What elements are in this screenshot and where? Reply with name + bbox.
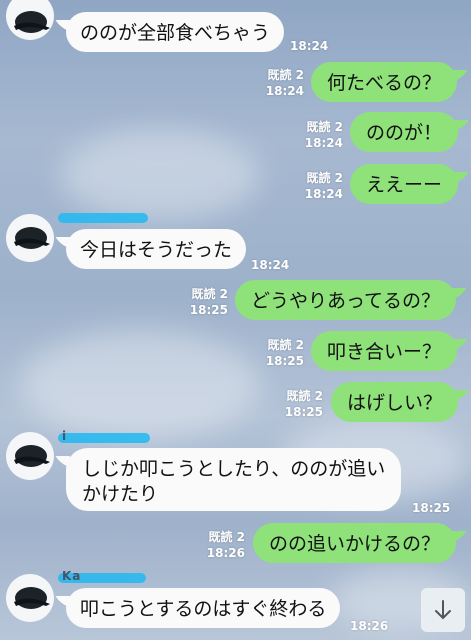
sender-name-fragment: i — [62, 429, 68, 443]
message-time: 18:25 — [412, 501, 451, 515]
message-bubble-incoming[interactable]: 今日はそうだった — [66, 229, 247, 269]
read-receipt: 既読 2 — [306, 171, 343, 185]
message-line: かけたり — [82, 483, 159, 505]
black-cap-icon — [14, 11, 50, 33]
message-time: 18:25 — [284, 405, 323, 419]
message-bubble-outgoing[interactable]: どうやりあってるの？ — [235, 280, 457, 320]
black-cap-icon — [14, 587, 50, 609]
avatar[interactable] — [6, 574, 54, 622]
read-receipt: 既読 2 — [306, 120, 343, 134]
sender-name-redacted: Ka — [58, 569, 146, 583]
avatar[interactable] — [6, 214, 54, 262]
read-receipt: 既読 2 — [191, 287, 228, 301]
message-bubble-incoming[interactable]: 叩こうとするのはすぐ終わる — [66, 588, 341, 628]
black-cap-icon — [14, 227, 50, 249]
message-time: 18:25 — [265, 354, 304, 368]
message-time: 18:24 — [265, 84, 304, 98]
message-time: 18:26 — [350, 619, 389, 633]
message-bubble-incoming[interactable]: しじか叩こうとしたり、ののが追い かけたり — [66, 448, 402, 511]
message-time: 18:24 — [304, 187, 343, 201]
message-time: 18:24 — [290, 39, 329, 53]
read-receipt: 既読 2 — [267, 68, 304, 82]
message-line: しじか叩こうとしたり、ののが追い — [82, 458, 386, 480]
read-receipt: 既読 2 — [208, 530, 245, 544]
arrow-down-icon — [435, 600, 451, 620]
message-bubble-outgoing[interactable]: 叩き合いー？ — [311, 331, 458, 371]
scroll-to-bottom-button[interactable] — [421, 588, 465, 632]
read-receipt: 既読 2 — [286, 389, 323, 403]
avatar[interactable] — [6, 0, 54, 40]
cloud — [60, 130, 260, 220]
message-bubble-outgoing[interactable]: ええーー — [350, 164, 459, 204]
message-time: 18:24 — [304, 136, 343, 150]
message-bubble-outgoing[interactable]: 何たべるの？ — [311, 62, 458, 102]
read-receipt: 既読 2 — [267, 338, 304, 352]
sender-name-redacted — [58, 213, 148, 223]
message-time: 18:25 — [189, 303, 228, 317]
sender-name-redacted: i — [58, 429, 150, 443]
cloud — [20, 330, 260, 440]
message-bubble-incoming[interactable]: ののが全部食べちゃう — [66, 12, 285, 52]
message-time: 18:26 — [206, 546, 245, 560]
message-bubble-outgoing[interactable]: ののが！ — [350, 112, 459, 152]
message-bubble-outgoing[interactable]: のの追いかけるの？ — [253, 523, 457, 563]
black-cap-icon — [14, 445, 50, 467]
sender-name-fragment: Ka — [62, 569, 82, 583]
message-time: 18:24 — [251, 258, 290, 272]
avatar[interactable] — [6, 432, 54, 480]
message-bubble-outgoing[interactable]: はげしい？ — [331, 382, 459, 422]
